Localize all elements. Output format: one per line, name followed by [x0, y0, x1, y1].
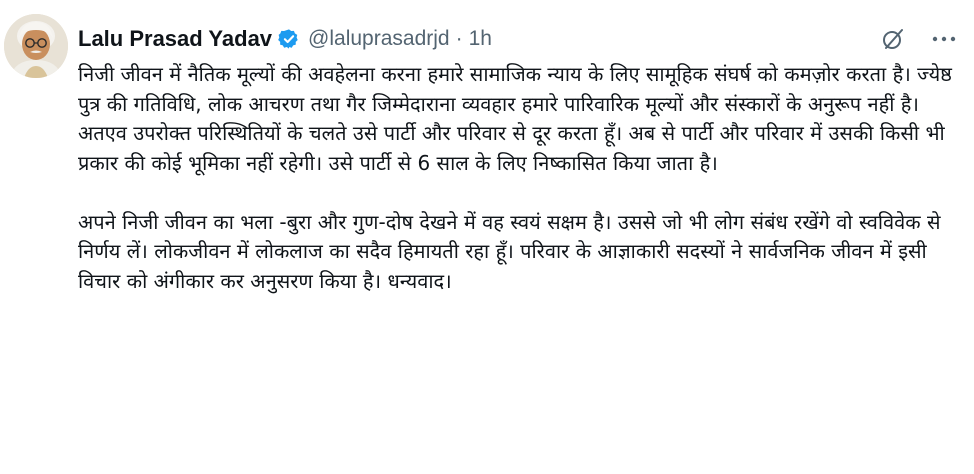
- tweet-paragraph-1: निजी जीवन में नैतिक मूल्यों की अवहेलना क…: [78, 62, 952, 175]
- author-handle[interactable]: @laluprasadrjd: [308, 27, 450, 51]
- avatar[interactable]: [4, 14, 68, 78]
- tweet-header: Lalu Prasad Yadav @laluprasadrjd · 1h: [78, 22, 964, 56]
- separator-dot: ·: [455, 27, 463, 50]
- author-name[interactable]: Lalu Prasad Yadav: [78, 26, 272, 52]
- tweet-text: निजी जीवन में नैतिक मूल्यों की अवहेलना क…: [78, 60, 958, 296]
- verified-badge-icon[interactable]: [278, 28, 300, 50]
- more-options-icon[interactable]: [932, 35, 956, 43]
- tweet-card[interactable]: Lalu Prasad Yadav @laluprasadrjd · 1h नि…: [0, 0, 974, 474]
- tweet-paragraph-2: अपने निजी जीवन का भला -बुरा और गुण-दोष द…: [78, 209, 941, 293]
- grok-icon[interactable]: [880, 26, 906, 52]
- timestamp[interactable]: 1h: [469, 27, 492, 51]
